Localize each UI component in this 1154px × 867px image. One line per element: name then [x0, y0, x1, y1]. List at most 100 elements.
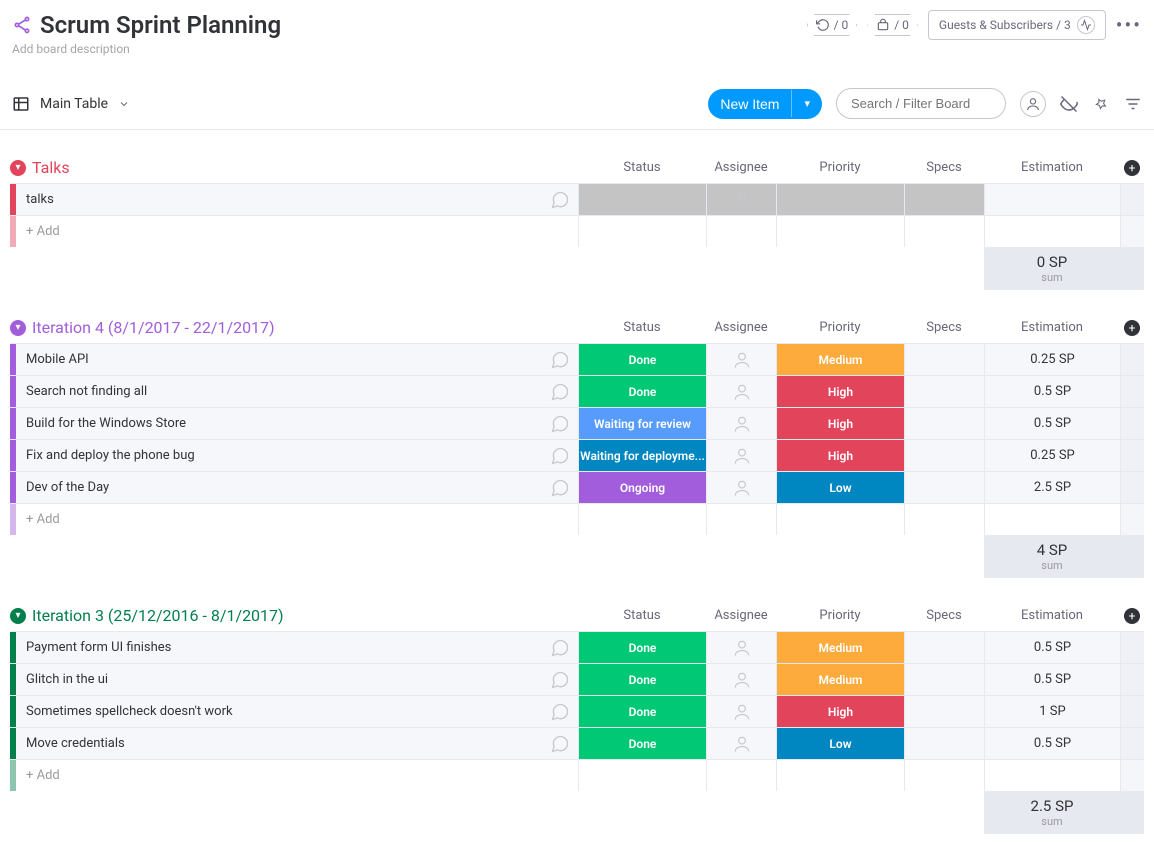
column-header-priority[interactable]: Priority	[776, 320, 904, 335]
add-item-row[interactable]: + Add	[10, 759, 1144, 791]
priority-cell[interactable]: High	[776, 376, 904, 407]
item-name[interactable]: Payment form UI finishes	[16, 632, 542, 663]
status-cell[interactable]: Done	[578, 664, 706, 695]
status-cell[interactable]: Ongoing	[578, 472, 706, 503]
column-header-estimation[interactable]: Estimation	[984, 320, 1120, 335]
assignee-cell[interactable]	[706, 344, 776, 375]
column-header-priority[interactable]: Priority	[776, 160, 904, 175]
new-item-button[interactable]: New Item ▾	[708, 89, 822, 119]
add-item-row[interactable]: + Add	[10, 215, 1144, 247]
assignee-cell[interactable]	[706, 440, 776, 471]
chat-icon[interactable]	[542, 184, 578, 215]
group-title[interactable]: Iteration 3 (25/12/2016 - 8/1/2017)	[32, 606, 284, 625]
status-cell[interactable]: Done	[578, 632, 706, 663]
item-name[interactable]: Build for the Windows Store	[16, 408, 542, 439]
table-row[interactable]: Search not finding all Done High 0.5 SP	[10, 375, 1144, 407]
estimation-cell[interactable]: 2.5 SP	[984, 472, 1120, 503]
specs-cell[interactable]	[904, 472, 984, 503]
priority-cell[interactable]: Low	[776, 472, 904, 503]
table-row[interactable]: Mobile APIDoneMedium0.25 SP	[10, 343, 1144, 375]
group-collapse-icon[interactable]: ▾	[10, 608, 26, 624]
estimation-cell[interactable]: 0.25 SP	[984, 440, 1120, 471]
chat-icon[interactable]	[542, 664, 578, 695]
group-collapse-icon[interactable]: ▾	[10, 160, 26, 176]
assignee-cell[interactable]	[706, 696, 776, 727]
column-header-specs[interactable]: Specs	[904, 320, 984, 335]
status-cell[interactable]: Done	[578, 344, 706, 375]
group-title[interactable]: Talks	[32, 158, 70, 177]
chat-icon[interactable]	[542, 472, 578, 503]
estimation-cell[interactable]: 0.25 SP	[984, 344, 1120, 375]
item-name[interactable]: Glitch in the ui	[16, 664, 542, 695]
estimation-cell[interactable]: 0.5 SP	[984, 376, 1120, 407]
share-icon[interactable]	[12, 15, 32, 35]
item-name[interactable]: Search not finding all	[16, 376, 542, 407]
more-options-icon[interactable]: •••	[1116, 13, 1142, 37]
estimation-cell[interactable]: 0.5 SP	[984, 664, 1120, 695]
specs-cell[interactable]	[904, 664, 984, 695]
priority-cell[interactable]: Low	[776, 728, 904, 759]
chat-icon[interactable]	[542, 632, 578, 663]
add-column-icon[interactable]: +	[1124, 608, 1140, 624]
item-name[interactable]: talks	[16, 184, 542, 215]
item-name[interactable]: Sometimes spellcheck doesn't work	[16, 696, 542, 727]
column-header-priority[interactable]: Priority	[776, 608, 904, 623]
status-cell[interactable]: Done	[578, 696, 706, 727]
chat-icon[interactable]	[542, 696, 578, 727]
specs-cell[interactable]	[904, 184, 984, 215]
assignee-cell[interactable]	[706, 408, 776, 439]
pin-icon[interactable]	[1092, 95, 1110, 113]
column-header-estimation[interactable]: Estimation	[984, 608, 1120, 623]
column-header-status[interactable]: Status	[578, 608, 706, 623]
column-header-estimation[interactable]: Estimation	[984, 160, 1120, 175]
add-item-label[interactable]: + Add	[16, 760, 542, 791]
estimation-cell[interactable]: 0.5 SP	[984, 632, 1120, 663]
automations-badge[interactable]: / 0	[807, 14, 858, 36]
column-header-specs[interactable]: Specs	[904, 608, 984, 623]
priority-cell[interactable]: Medium	[776, 632, 904, 663]
status-cell[interactable]: Done	[578, 376, 706, 407]
priority-cell[interactable]: High	[776, 440, 904, 471]
priority-cell[interactable]: High	[776, 696, 904, 727]
estimation-cell[interactable]: 0.5 SP	[984, 408, 1120, 439]
priority-cell[interactable]	[776, 184, 904, 215]
column-header-assignee[interactable]: Assignee	[706, 160, 776, 175]
column-header-assignee[interactable]: Assignee	[706, 608, 776, 623]
search-input[interactable]	[836, 88, 1006, 119]
column-header-assignee[interactable]: Assignee	[706, 320, 776, 335]
integrations-badge[interactable]: / 0	[867, 14, 918, 36]
priority-cell[interactable]: High	[776, 408, 904, 439]
chat-icon[interactable]	[542, 728, 578, 759]
add-column-icon[interactable]: +	[1124, 320, 1140, 336]
eye-hidden-icon[interactable]	[1060, 95, 1078, 113]
specs-cell[interactable]	[904, 344, 984, 375]
specs-cell[interactable]	[904, 408, 984, 439]
item-name[interactable]: Move credentials	[16, 728, 542, 759]
table-row[interactable]: Move credentials Done Low 0.5 SP	[10, 727, 1144, 759]
assignee-cell[interactable]	[706, 632, 776, 663]
estimation-cell[interactable]: 1 SP	[984, 696, 1120, 727]
column-header-specs[interactable]: Specs	[904, 160, 984, 175]
status-cell[interactable]	[578, 184, 706, 215]
status-cell[interactable]: Done	[578, 728, 706, 759]
item-name[interactable]: Dev of the Day	[16, 472, 542, 503]
table-row[interactable]: Build for the Windows Store Waiting for r…	[10, 407, 1144, 439]
table-row[interactable]: Glitch in the ui Done Medium 0.5 SP	[10, 663, 1144, 695]
person-filter-icon[interactable]	[1020, 91, 1046, 117]
specs-cell[interactable]	[904, 696, 984, 727]
add-item-row[interactable]: + Add	[10, 503, 1144, 535]
assignee-cell[interactable]	[706, 184, 776, 215]
chat-icon[interactable]	[542, 408, 578, 439]
specs-cell[interactable]	[904, 376, 984, 407]
board-title[interactable]: Scrum Sprint Planning	[40, 11, 281, 39]
status-cell[interactable]: Waiting for review	[578, 408, 706, 439]
guests-subscribers-button[interactable]: Guests & Subscribers / 3	[928, 10, 1106, 40]
estimation-cell[interactable]: 0.5 SP	[984, 728, 1120, 759]
item-name[interactable]: Mobile API	[16, 344, 542, 375]
column-header-status[interactable]: Status	[578, 160, 706, 175]
filter-icon[interactable]	[1124, 95, 1142, 113]
status-cell[interactable]: Waiting for deployme...	[578, 440, 706, 471]
chat-icon[interactable]	[542, 344, 578, 375]
group-collapse-icon[interactable]: ▾	[10, 320, 26, 336]
priority-cell[interactable]: Medium	[776, 664, 904, 695]
